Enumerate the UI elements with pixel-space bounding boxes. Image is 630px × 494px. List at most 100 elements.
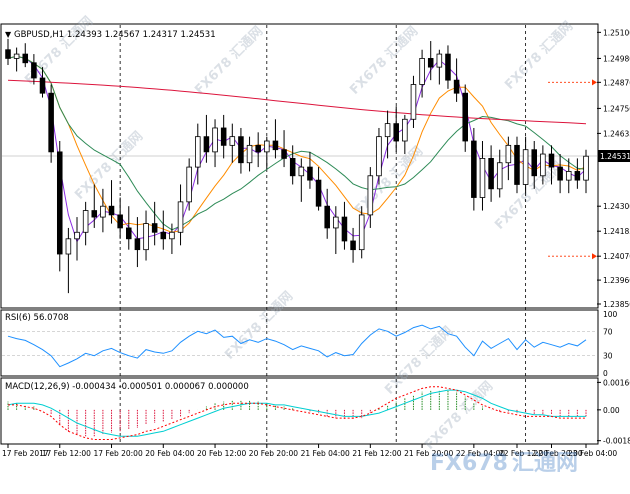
candle — [402, 114, 408, 155]
candle-body — [557, 166, 563, 181]
candle-body — [333, 216, 339, 229]
watermark-text: FX678 汇通网 — [502, 18, 577, 93]
candle — [419, 49, 425, 98]
candle — [238, 127, 244, 174]
candle-body — [264, 140, 270, 153]
candle — [272, 119, 279, 159]
candle-body — [505, 144, 512, 164]
candle — [496, 149, 503, 198]
candle — [5, 38, 11, 65]
triangle-down-icon: ▼ — [5, 30, 12, 39]
chart-root: FX678 汇通网 FX678 汇通网 FX678 汇通网 FX678 汇通网 FX67… — [0, 0, 630, 490]
candle-body — [298, 166, 305, 177]
macd-title: MACD(12,26,9) -0.000434 -0.000501 0.0000… — [5, 382, 249, 392]
candle — [264, 136, 270, 170]
candle-body — [315, 179, 322, 207]
candle — [479, 141, 486, 211]
candle — [13, 47, 20, 72]
candle-body — [117, 214, 123, 229]
candle-body — [82, 210, 89, 233]
time-tick-label: 20 Feb 12:00 — [197, 449, 246, 458]
candle-body — [514, 144, 520, 185]
watermark-text: FX678 汇通网 — [352, 143, 427, 218]
time-tick-label: 20 Feb 04:00 — [145, 449, 194, 458]
candle — [82, 201, 89, 246]
candle-body — [22, 53, 29, 64]
candle — [143, 210, 149, 261]
candle — [100, 188, 106, 233]
candle-body — [169, 231, 175, 240]
time-tick-label: 20 Feb 20:00 — [249, 449, 298, 458]
candle-body — [65, 238, 72, 255]
candle — [289, 145, 296, 185]
rsi-title: RSI(6) 56.0708 — [5, 313, 69, 323]
candle-body — [479, 157, 486, 198]
candle — [333, 206, 339, 255]
logo-suffix: 汇通网 — [512, 451, 578, 476]
candle-body — [281, 149, 287, 159]
candle-body — [177, 201, 184, 233]
candle-body — [195, 136, 201, 168]
candle-body — [220, 127, 227, 146]
candle-body — [522, 149, 529, 185]
time-tick-label: 21 Feb 12:00 — [352, 449, 401, 458]
watermark-text: FX678 汇通网 — [422, 378, 497, 453]
watermark-text: FX678 汇通网 — [492, 158, 567, 233]
watermark-text: FX678 汇通网 — [347, 23, 422, 98]
candle — [246, 136, 253, 172]
candle-body — [574, 171, 581, 181]
candle-body — [255, 144, 261, 153]
watermark-text: FX678 汇通网 — [72, 128, 147, 203]
macd-tick-label: 0.00 — [603, 406, 620, 415]
candle — [436, 49, 443, 85]
macd-tick-label: -0.00187 — [603, 437, 630, 446]
candle-body — [376, 136, 382, 177]
candle — [212, 119, 218, 168]
price-tick-label: 1.23850 — [603, 300, 630, 309]
ma-long-line — [7, 79, 587, 125]
candle-body — [48, 92, 54, 153]
rsi-bottom-label: 0 — [603, 369, 608, 378]
candle-body — [134, 238, 141, 251]
candle-body — [393, 123, 399, 142]
candle-body — [462, 92, 468, 142]
candle-body — [471, 140, 477, 198]
price-tick-label: 1.24635 — [603, 129, 630, 138]
rsi-tick-label: 30 — [603, 352, 613, 361]
price-alert-arrowhead — [592, 79, 597, 86]
candle-body — [56, 151, 63, 255]
candle — [557, 154, 563, 194]
candle — [74, 217, 80, 261]
candle — [514, 136, 520, 194]
candle — [462, 84, 468, 152]
candle-body — [307, 166, 313, 181]
candle-body — [108, 205, 115, 216]
price-tick-label: 1.24185 — [603, 227, 630, 236]
candle — [324, 188, 330, 239]
candle-body — [229, 136, 236, 146]
candle-body — [453, 79, 460, 94]
candle — [315, 167, 322, 211]
time-tick-label: 17 Feb 12:00 — [42, 449, 91, 458]
symbol-title: GBPUSD,H1 1.24393 1.24567 1.24317 1.2453… — [14, 30, 216, 40]
candle-body — [402, 118, 408, 142]
candle — [471, 127, 477, 211]
candle-body — [160, 231, 167, 240]
candle — [307, 151, 313, 189]
candle-body — [246, 144, 253, 164]
candle — [177, 184, 184, 246]
candle-body — [13, 53, 20, 59]
candle-body — [358, 214, 365, 251]
candle — [445, 45, 451, 89]
candle-body — [583, 155, 589, 181]
candle-body — [39, 77, 46, 94]
price-tick-label: 1.24870 — [603, 78, 630, 87]
candle — [453, 58, 460, 102]
time-tick-label: 17 Feb 20:00 — [94, 449, 143, 458]
candle-body — [91, 210, 98, 218]
candle-body — [272, 140, 279, 151]
candle — [488, 145, 494, 202]
candle — [376, 127, 382, 185]
candle-body — [384, 123, 391, 138]
candle-body — [548, 153, 555, 168]
